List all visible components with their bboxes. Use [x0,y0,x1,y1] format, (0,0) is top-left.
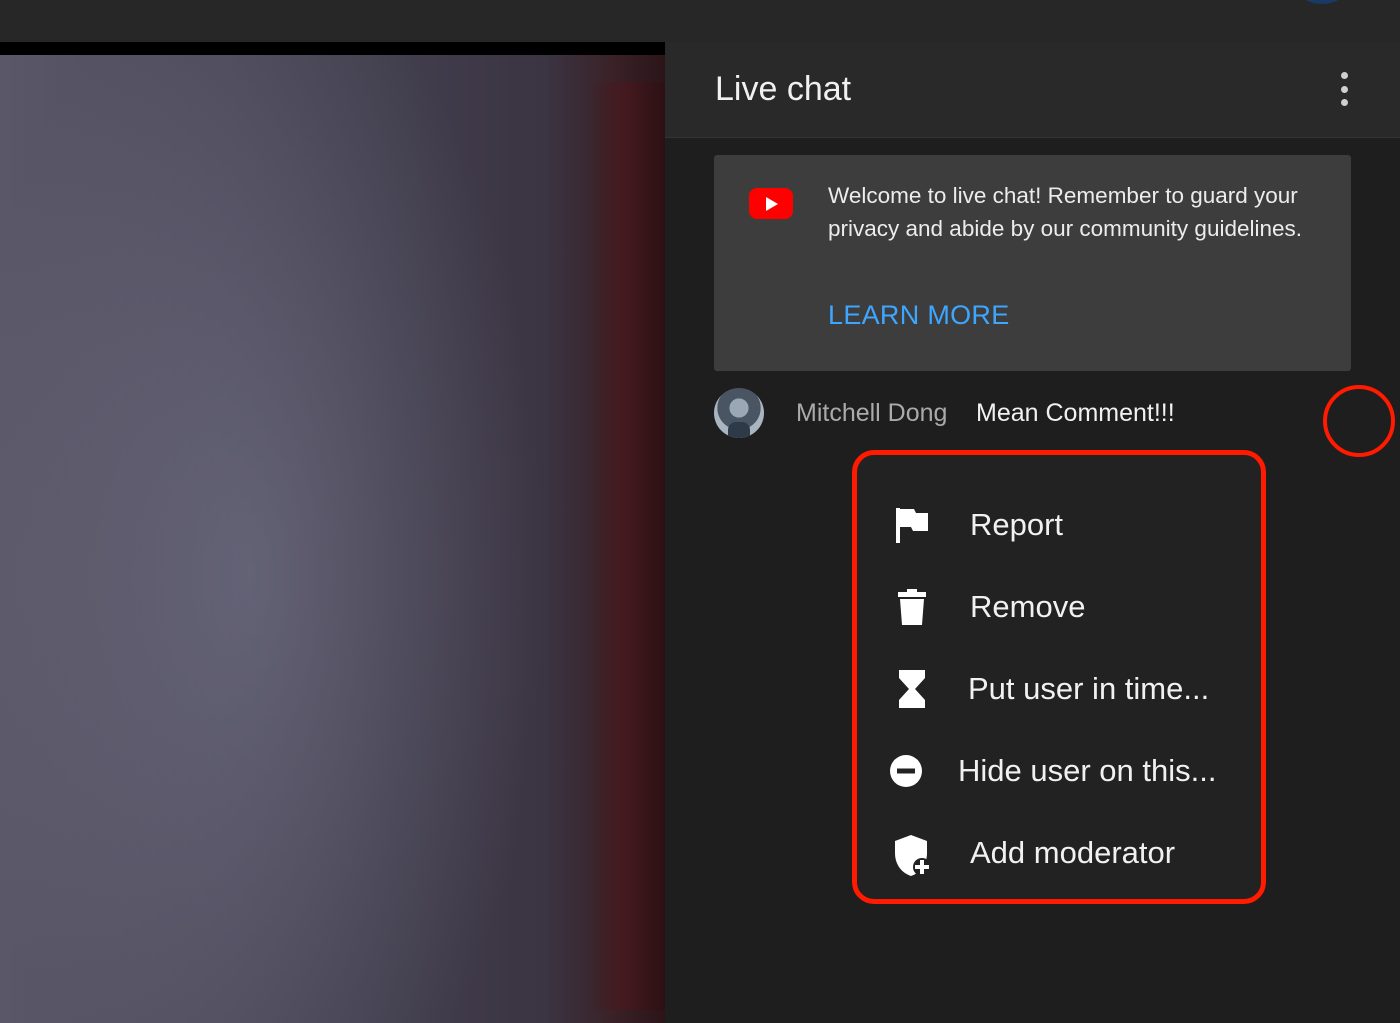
menu-item-label: Remove [970,589,1086,624]
menu-item-label: Hide user on this... [958,753,1217,788]
menu-item-label: Report [970,507,1064,542]
minus-circle-icon [886,751,926,791]
chat-options-kebab-icon[interactable] [1338,72,1350,106]
video-frame [0,55,665,1023]
video-player[interactable] [0,42,665,1023]
highlight-circle [1323,385,1395,457]
menu-item-report[interactable]: Report [857,491,1261,561]
flag-icon [892,505,932,545]
live-chat-panel: Live chat Welcome to live chat! Remember… [665,42,1400,1023]
menu-item-remove[interactable]: Remove [857,573,1261,643]
trash-icon [892,587,932,627]
menu-item-label: Add moderator [970,835,1176,870]
welcome-banner: Welcome to live chat! Remember to guard … [714,155,1351,371]
hourglass-icon [892,669,932,709]
author-avatar[interactable] [714,388,764,438]
top-app-bar [0,0,1400,42]
shield-plus-icon [892,833,932,876]
chat-header: Live chat [665,42,1400,138]
chat-title: Live chat [715,70,852,108]
menu-item-label: Put user in time... [968,671,1210,706]
menu-item-timeout[interactable]: Put user in time... [857,655,1261,725]
message-text: Mean Comment!!! [976,399,1175,427]
learn-more-link[interactable]: LEARN MORE [828,300,1010,331]
menu-item-hide-user[interactable]: Hide user on this... [857,737,1261,807]
message-context-menu: Report Remove Put user in time... Hide u… [852,450,1266,904]
message-author[interactable]: Mitchell Dong [796,399,947,428]
welcome-text: Welcome to live chat! Remember to guard … [828,183,1303,241]
account-avatar[interactable] [1300,0,1344,4]
menu-item-add-moderator[interactable]: Add moderator [857,819,1261,889]
youtube-logo-icon [749,188,793,219]
chat-message: Mitchell Dong Mean Comment!!! [714,388,1394,440]
video-shadow [590,82,665,1010]
